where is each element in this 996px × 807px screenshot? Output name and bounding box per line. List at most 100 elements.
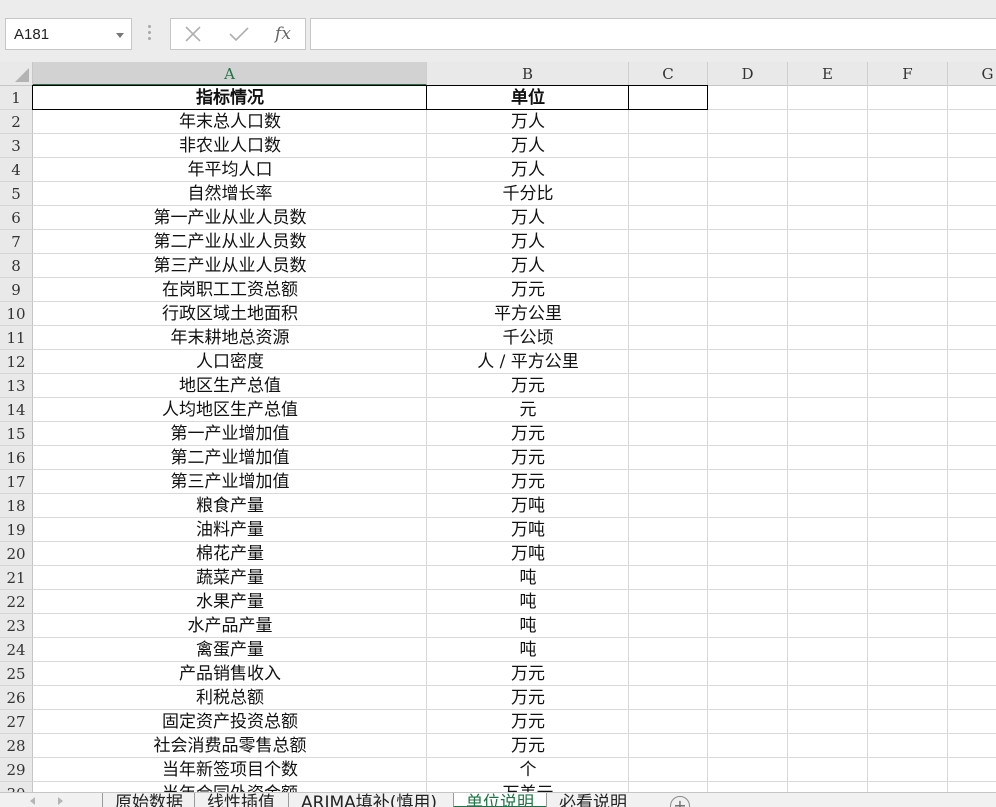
cell-unit[interactable]: 千公顷	[427, 326, 629, 350]
cell-unit[interactable]: 元	[427, 398, 629, 422]
sheet-tab[interactable]: 原始数据	[102, 793, 194, 807]
row-header[interactable]: 4	[0, 158, 33, 182]
cell-indicator[interactable]: 年末总人口数	[33, 110, 427, 134]
sheet-tab[interactable]: 单位说明	[453, 793, 546, 807]
row-header[interactable]: 19	[0, 518, 33, 542]
row-header[interactable]: 30	[0, 782, 33, 792]
row-header[interactable]: 9	[0, 278, 33, 302]
column-header-e[interactable]: E	[788, 62, 868, 86]
row-header[interactable]: 2	[0, 110, 33, 134]
cell-unit[interactable]: 万人	[427, 158, 629, 182]
cell-indicator[interactable]: 自然增长率	[33, 182, 427, 206]
prev-sheet-icon[interactable]	[30, 797, 35, 805]
row-header[interactable]: 24	[0, 638, 33, 662]
column-header-g[interactable]: G	[948, 62, 996, 86]
insert-function-button[interactable]: fx	[269, 23, 297, 45]
cell-indicator[interactable]: 油料产量	[33, 518, 427, 542]
cell-indicator[interactable]: 地区生产总值	[33, 374, 427, 398]
row-header[interactable]: 25	[0, 662, 33, 686]
cell-unit[interactable]: 万人	[427, 230, 629, 254]
chevron-down-icon[interactable]	[116, 33, 124, 38]
cell-unit[interactable]: 万元	[427, 422, 629, 446]
add-sheet-button[interactable]: +	[670, 796, 690, 807]
cell-indicator[interactable]: 在岗职工工资总额	[33, 278, 427, 302]
cell-indicator[interactable]: 行政区域土地面积	[33, 302, 427, 326]
cell-unit[interactable]: 万元	[427, 470, 629, 494]
row-header[interactable]: 15	[0, 422, 33, 446]
cell-unit[interactable]: 万吨	[427, 518, 629, 542]
cell-unit[interactable]: 万吨	[427, 494, 629, 518]
sheet-tab[interactable]: 必看说明	[546, 793, 641, 807]
row-header[interactable]: 17	[0, 470, 33, 494]
row-header[interactable]: 3	[0, 134, 33, 158]
cell-indicator[interactable]: 水果产量	[33, 590, 427, 614]
checkmark-icon[interactable]	[225, 23, 253, 45]
cell-unit[interactable]: 吨	[427, 590, 629, 614]
cell-unit[interactable]: 千分比	[427, 182, 629, 206]
cell-indicator[interactable]: 第一产业从业人员数	[33, 206, 427, 230]
cell-indicator[interactable]: 非农业人口数	[33, 134, 427, 158]
row-header[interactable]: 13	[0, 374, 33, 398]
column-header-c[interactable]: C	[629, 62, 708, 86]
cell-indicator[interactable]: 第二产业增加值	[33, 446, 427, 470]
cell-indicator[interactable]: 禽蛋产量	[33, 638, 427, 662]
cell-unit[interactable]: 吨	[427, 566, 629, 590]
cell-unit[interactable]: 万元	[427, 662, 629, 686]
cell-unit[interactable]: 万元	[427, 686, 629, 710]
cell-unit[interactable]: 吨	[427, 614, 629, 638]
cell-indicator[interactable]: 年平均人口	[33, 158, 427, 182]
cell-unit[interactable]: 万元	[427, 710, 629, 734]
name-box[interactable]: A181	[5, 18, 132, 50]
cell-area[interactable]: 指标情况 单位 年末总人口数 万人 非农业人口数 万人 年平均人口 万人 自然增长率 千分比 第一产…	[32, 85, 996, 792]
cell-unit[interactable]: 吨	[427, 638, 629, 662]
cell-unit[interactable]: 个	[427, 758, 629, 782]
row-header[interactable]: 20	[0, 542, 33, 566]
cell-indicator[interactable]: 当年合同外资金额	[33, 782, 427, 792]
row-header[interactable]: 16	[0, 446, 33, 470]
cell-indicator[interactable]: 水产品产量	[33, 614, 427, 638]
row-header[interactable]: 22	[0, 590, 33, 614]
formula-input[interactable]	[310, 18, 996, 50]
cell-unit[interactable]: 万元	[427, 278, 629, 302]
row-header[interactable]: 18	[0, 494, 33, 518]
column-header-d[interactable]: D	[708, 62, 788, 86]
cell-indicator[interactable]: 蔬菜产量	[33, 566, 427, 590]
row-header[interactable]: 1	[0, 86, 33, 110]
cell-indicator[interactable]: 粮食产量	[33, 494, 427, 518]
cell-indicator[interactable]: 年末耕地总资源	[33, 326, 427, 350]
cell-unit[interactable]: 万人	[427, 110, 629, 134]
row-header[interactable]: 11	[0, 326, 33, 350]
cell-indicator[interactable]: 第二产业从业人员数	[33, 230, 427, 254]
cell-indicator[interactable]: 棉花产量	[33, 542, 427, 566]
cell-indicator[interactable]: 社会消费品零售总额	[33, 734, 427, 758]
row-header[interactable]: 8	[0, 254, 33, 278]
cell-indicator[interactable]: 人口密度	[33, 350, 427, 374]
cell-unit[interactable]: 万吨	[427, 542, 629, 566]
row-header[interactable]: 27	[0, 710, 33, 734]
cell-unit[interactable]: 万元	[427, 734, 629, 758]
cancel-icon[interactable]	[179, 23, 207, 45]
cell-indicator[interactable]: 当年新签项目个数	[33, 758, 427, 782]
row-header[interactable]: 12	[0, 350, 33, 374]
cell-indicator[interactable]: 利税总额	[33, 686, 427, 710]
cell-unit[interactable]: 平方公里	[427, 302, 629, 326]
row-header[interactable]: 21	[0, 566, 33, 590]
cell-indicator[interactable]: 第三产业从业人员数	[33, 254, 427, 278]
row-header[interactable]: 5	[0, 182, 33, 206]
cell-unit[interactable]: 万元	[427, 446, 629, 470]
row-header[interactable]: 29	[0, 758, 33, 782]
row-header[interactable]: 14	[0, 398, 33, 422]
cell-unit[interactable]: 万人	[427, 254, 629, 278]
cell-unit[interactable]: 人 / 平方公里	[427, 350, 629, 374]
sheet-tab[interactable]: 线性插值	[194, 793, 288, 807]
cell-unit[interactable]: 万人	[427, 134, 629, 158]
sheet-tab[interactable]: ARIMA填补(慎用)	[288, 793, 453, 807]
cell-indicator[interactable]: 人均地区生产总值	[33, 398, 427, 422]
cell-indicator[interactable]: 固定资产投资总额	[33, 710, 427, 734]
cell-indicator[interactable]: 第一产业增加值	[33, 422, 427, 446]
column-header-b[interactable]: B	[427, 62, 629, 86]
drag-handle-icon[interactable]	[148, 25, 152, 43]
column-header-a[interactable]: A	[33, 62, 427, 86]
row-header[interactable]: 10	[0, 302, 33, 326]
select-all-button[interactable]	[0, 62, 33, 86]
